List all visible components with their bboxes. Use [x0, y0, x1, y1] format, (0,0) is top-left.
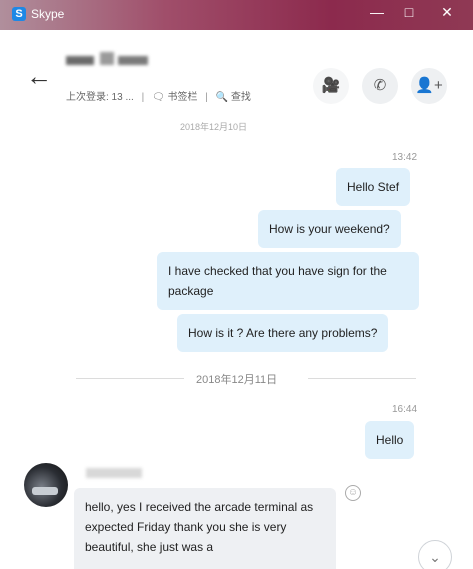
close-button[interactable]: ✕	[427, 2, 467, 22]
maximize-button[interactable]: □	[395, 2, 423, 22]
outgoing-message[interactable]: Hello Stef	[336, 168, 411, 206]
last-seen-text: 上次登录: 13 ...	[66, 92, 134, 103]
outgoing-message[interactable]: Hello	[365, 421, 415, 459]
window-controls: — □ ✕	[363, 2, 467, 24]
contact-status-line: 上次登录: 13 ... | 🗨 书签栏 | 🔍 查找	[66, 92, 251, 103]
add-user-icon[interactable]: 👤+	[411, 68, 447, 104]
message-time: 13:42	[392, 152, 418, 163]
title-bar: S Skype — □ ✕	[0, 0, 473, 30]
emoji-reaction-icon[interactable]: ☺	[345, 485, 361, 501]
window-title: Skype	[31, 7, 65, 21]
outgoing-message[interactable]: How is it ? Are there any problems?	[177, 314, 389, 352]
find-link[interactable]: 🔍 查找	[216, 92, 251, 103]
bookmark-link[interactable]: 🗨 书签栏	[152, 92, 197, 103]
date-separator: 2018年12月11日	[76, 370, 416, 386]
back-arrow-icon[interactable]: ←	[26, 63, 52, 89]
date-header-top: 2018年12月10日	[180, 122, 248, 132]
message-time: 16:44	[392, 404, 418, 415]
skype-logo-icon: S	[12, 7, 26, 21]
minimize-button[interactable]: —	[363, 2, 391, 22]
contact-avatar[interactable]	[24, 463, 68, 507]
chat-header: ← 上次登录: 13 ... | 🗨 书签栏 | 🔍 查找 🎥 ✆ 👤+	[0, 30, 473, 120]
audio-call-icon[interactable]: ✆	[362, 68, 398, 104]
outgoing-message[interactable]: I have checked that you have sign for th…	[157, 252, 419, 310]
scroll-down-button[interactable]: ⌄	[418, 540, 452, 569]
sender-name-blurred	[86, 468, 142, 478]
contact-name-blurred[interactable]	[66, 52, 150, 66]
outgoing-message[interactable]: How is your weekend?	[258, 210, 401, 248]
video-call-icon[interactable]: 🎥	[313, 68, 349, 104]
incoming-message[interactable]: hello, yes I received the arcade termina…	[74, 488, 336, 569]
